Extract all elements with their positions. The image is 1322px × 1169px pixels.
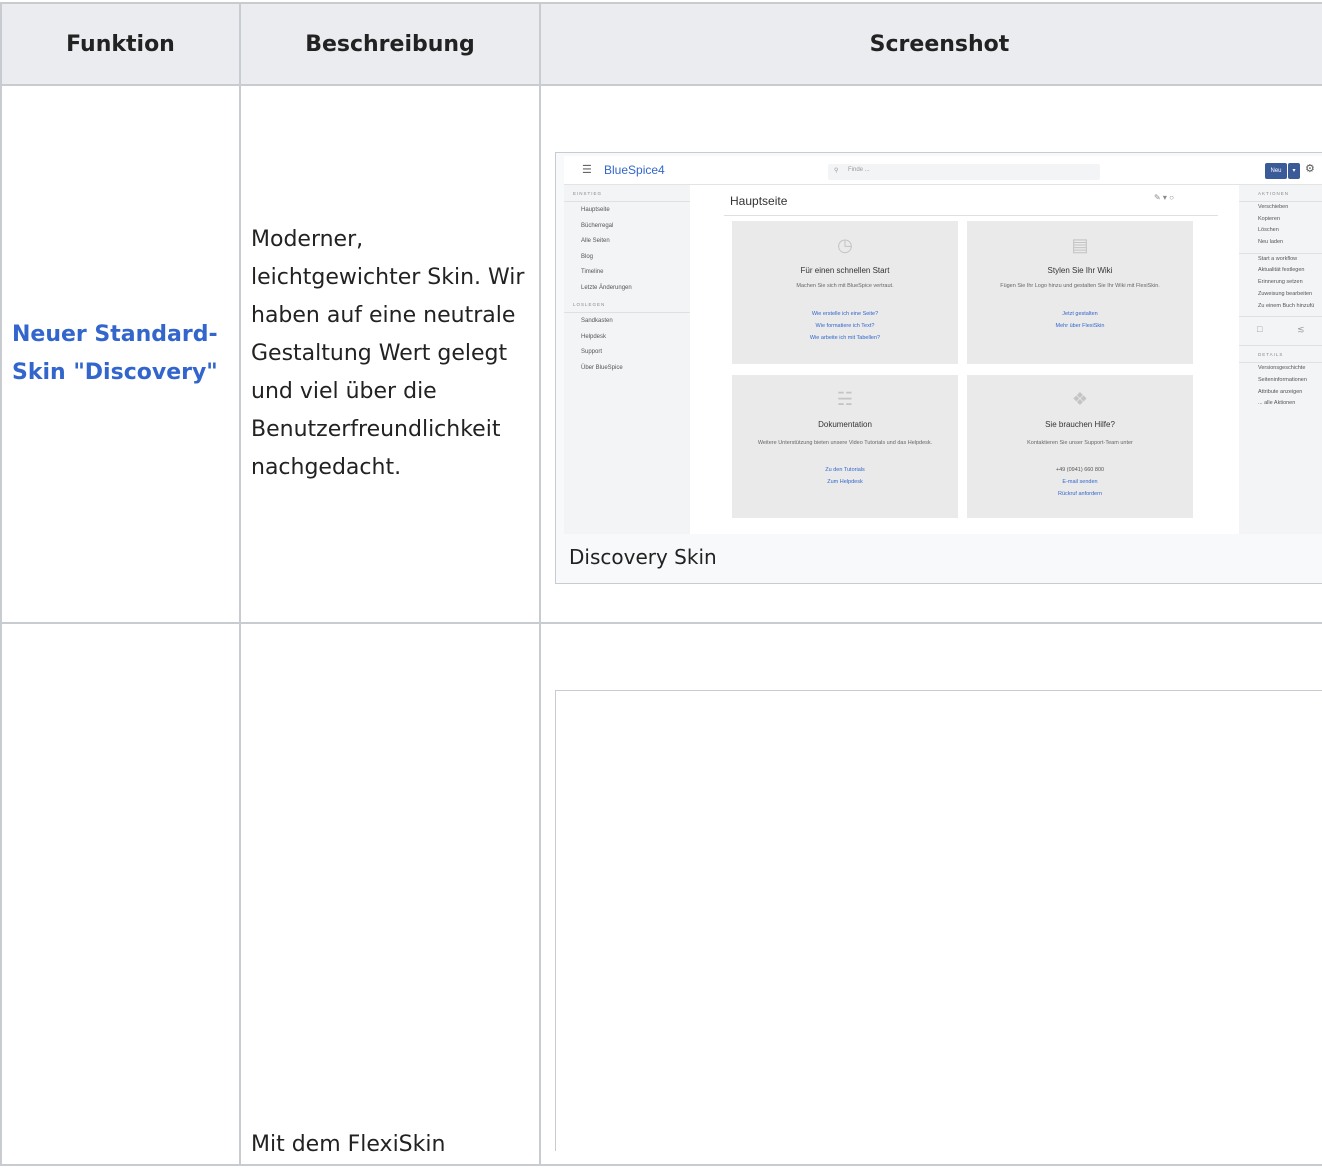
action-item: Neu laden — [1258, 239, 1284, 246]
paint-roller-icon: ▤ — [1071, 235, 1089, 255]
card-text: Kontaktieren Sie unser Support-Team unte… — [1027, 440, 1133, 446]
header-funktion: Funktion — [0, 2, 241, 86]
search-input: ⚲ Finde ... — [828, 164, 1100, 180]
card-title: Stylen Sie Ihr Wiki — [1047, 266, 1113, 275]
edit-icon: ✎ ▾ ○ — [1154, 193, 1174, 202]
sidebar-item: Support — [581, 349, 603, 355]
detail-item: Attribute anzeigen — [1258, 388, 1303, 395]
divider — [564, 201, 690, 202]
description-cell: Moderner, leichtgewichter Skin. Wir habe… — [239, 84, 541, 624]
card-link: Zum Helpdesk — [827, 479, 863, 485]
card-link: Wie formatiere ich Text? — [815, 323, 875, 329]
page-title: Hauptseite — [730, 194, 788, 208]
detail-item: ... alle Aktionen — [1258, 400, 1296, 407]
screenshot-caption: Discovery Skin — [569, 545, 717, 569]
mini-topbar: ☰ BlueSpice4 ⚲ Finde ... Neu ▾ ⚙ — [564, 156, 1322, 185]
function-cell — [0, 622, 241, 1166]
action-item: Start a workflow — [1258, 255, 1298, 262]
detail-item: Seiteninformationen — [1258, 376, 1307, 383]
card-text: Weitere Unterstützung bieten unsere Vide… — [757, 440, 933, 446]
card-text: Machen Sie sich mit BlueSpice vertraut. — [796, 283, 894, 289]
card-link: Wie arbeite ich mit Tabellen? — [809, 335, 881, 341]
description-cell: Mit dem FlexiSkin — [239, 622, 541, 1166]
sidebar-item: Timeline — [581, 269, 604, 275]
card-text: Fügen Sie Ihr Logo hinzu und gestalten S… — [1000, 283, 1160, 289]
new-button: Neu — [1265, 163, 1287, 179]
sidebar-item: Hauptseite — [581, 207, 610, 213]
action-item: Verschieben — [1258, 204, 1289, 210]
gauge-icon: ◷ — [837, 235, 853, 255]
card-title: Sie brauchen Hilfe? — [1045, 420, 1115, 429]
sidebar-item: Letzte Änderungen — [581, 284, 632, 291]
card-documentation: ☵ Dokumentation Weitere Unterstützung bi… — [732, 375, 958, 518]
feature-description: Moderner, leichtgewichter Skin. Wir habe… — [251, 227, 525, 480]
header-row: Funktion Beschreibung Screenshot — [0, 2, 1322, 86]
card-title: Für einen schnellen Start — [800, 266, 890, 275]
chat-icon: ❖ — [1071, 389, 1089, 409]
mini-left-sidebar: EINSTIEG Hauptseite Bücherregal Alle Sei… — [564, 185, 690, 534]
page-icon: □ — [1257, 324, 1263, 335]
card-title: Dokumentation — [818, 420, 872, 429]
search-placeholder: Finde ... — [848, 167, 870, 173]
section-label: EINSTIEG — [573, 191, 603, 196]
books-icon: ☵ — [836, 389, 854, 409]
card-style: ▤ Stylen Sie Ihr Wiki Fügen Sie Ihr Logo… — [967, 221, 1193, 364]
card-link: Mehr über FlexiSkin — [1055, 323, 1105, 329]
action-item: Erinnerung setzen — [1258, 279, 1303, 286]
action-item: Aktualität festlegen — [1258, 267, 1305, 274]
card-link: Zu den Tutorials — [825, 467, 865, 473]
feature-description: Mit dem FlexiSkin — [251, 1132, 446, 1157]
card-link: Wie erstelle ich eine Seite? — [811, 311, 879, 317]
card-quickstart: ◷ Für einen schnellen Start Machen Sie s… — [732, 221, 958, 364]
section-label: LOSLEGEN — [573, 302, 606, 307]
card-help: ❖ Sie brauchen Hilfe? Kontaktieren Sie u… — [967, 375, 1193, 518]
section-label: AKTIONEN — [1258, 191, 1290, 196]
header-beschreibung: Beschreibung — [239, 2, 541, 86]
action-item: Zu einem Buch hinzufü — [1258, 302, 1315, 309]
sidebar-item: Bücherregal — [581, 222, 614, 229]
divider — [564, 312, 690, 313]
action-item: Löschen — [1258, 227, 1279, 234]
hamburger-icon: ☰ — [582, 164, 592, 176]
card-phone: +49 (0941) 660 800 — [1055, 467, 1105, 473]
gear-icon: ⚙ — [1305, 163, 1315, 175]
share-icon: ≲ — [1297, 324, 1305, 335]
feature-link[interactable]: Neuer Standard-Skin "Discovery" — [2, 316, 239, 392]
icon-row: □ ≲ — [1239, 317, 1322, 345]
logo: BlueSpice4 — [604, 163, 665, 177]
chevron-down-icon: ▾ — [1288, 163, 1300, 179]
sidebar-item: Helpdesk — [581, 333, 607, 340]
detail-item: Versionsgeschichte — [1258, 365, 1306, 372]
function-cell: Neuer Standard-Skin "Discovery" — [0, 84, 241, 624]
action-item: Zuweisung bearbeiten — [1258, 290, 1313, 297]
divider — [724, 215, 1218, 216]
screenshot-thumbnail[interactable]: ☰ BlueSpice4 ⚲ Finde ... Neu ▾ ⚙ EINSTIE… — [555, 152, 1322, 584]
section-label: DETAILS — [1258, 352, 1284, 358]
sidebar-item: Alle Seiten — [581, 238, 610, 244]
card-link: E-mail senden — [1062, 479, 1098, 485]
sidebar-item: Blog — [581, 253, 594, 260]
sidebar-item: Über BlueSpice — [581, 364, 623, 371]
mini-right-sidebar: AKTIONEN Verschieben Kopieren Löschen Ne… — [1239, 185, 1322, 534]
sidebar-item: Sandkasten — [581, 318, 613, 324]
discovery-skin-screenshot[interactable]: ☰ BlueSpice4 ⚲ Finde ... Neu ▾ ⚙ EINSTIE… — [564, 156, 1322, 534]
card-link: Rückruf anfordern — [1057, 491, 1103, 497]
card-link: Jetzt gestalten — [1062, 311, 1098, 317]
header-screenshot: Screenshot — [539, 2, 1322, 86]
screenshot-thumbnail-empty[interactable] — [555, 690, 1322, 1151]
action-item: Kopieren — [1258, 215, 1281, 222]
search-icon: ⚲ — [834, 168, 839, 174]
